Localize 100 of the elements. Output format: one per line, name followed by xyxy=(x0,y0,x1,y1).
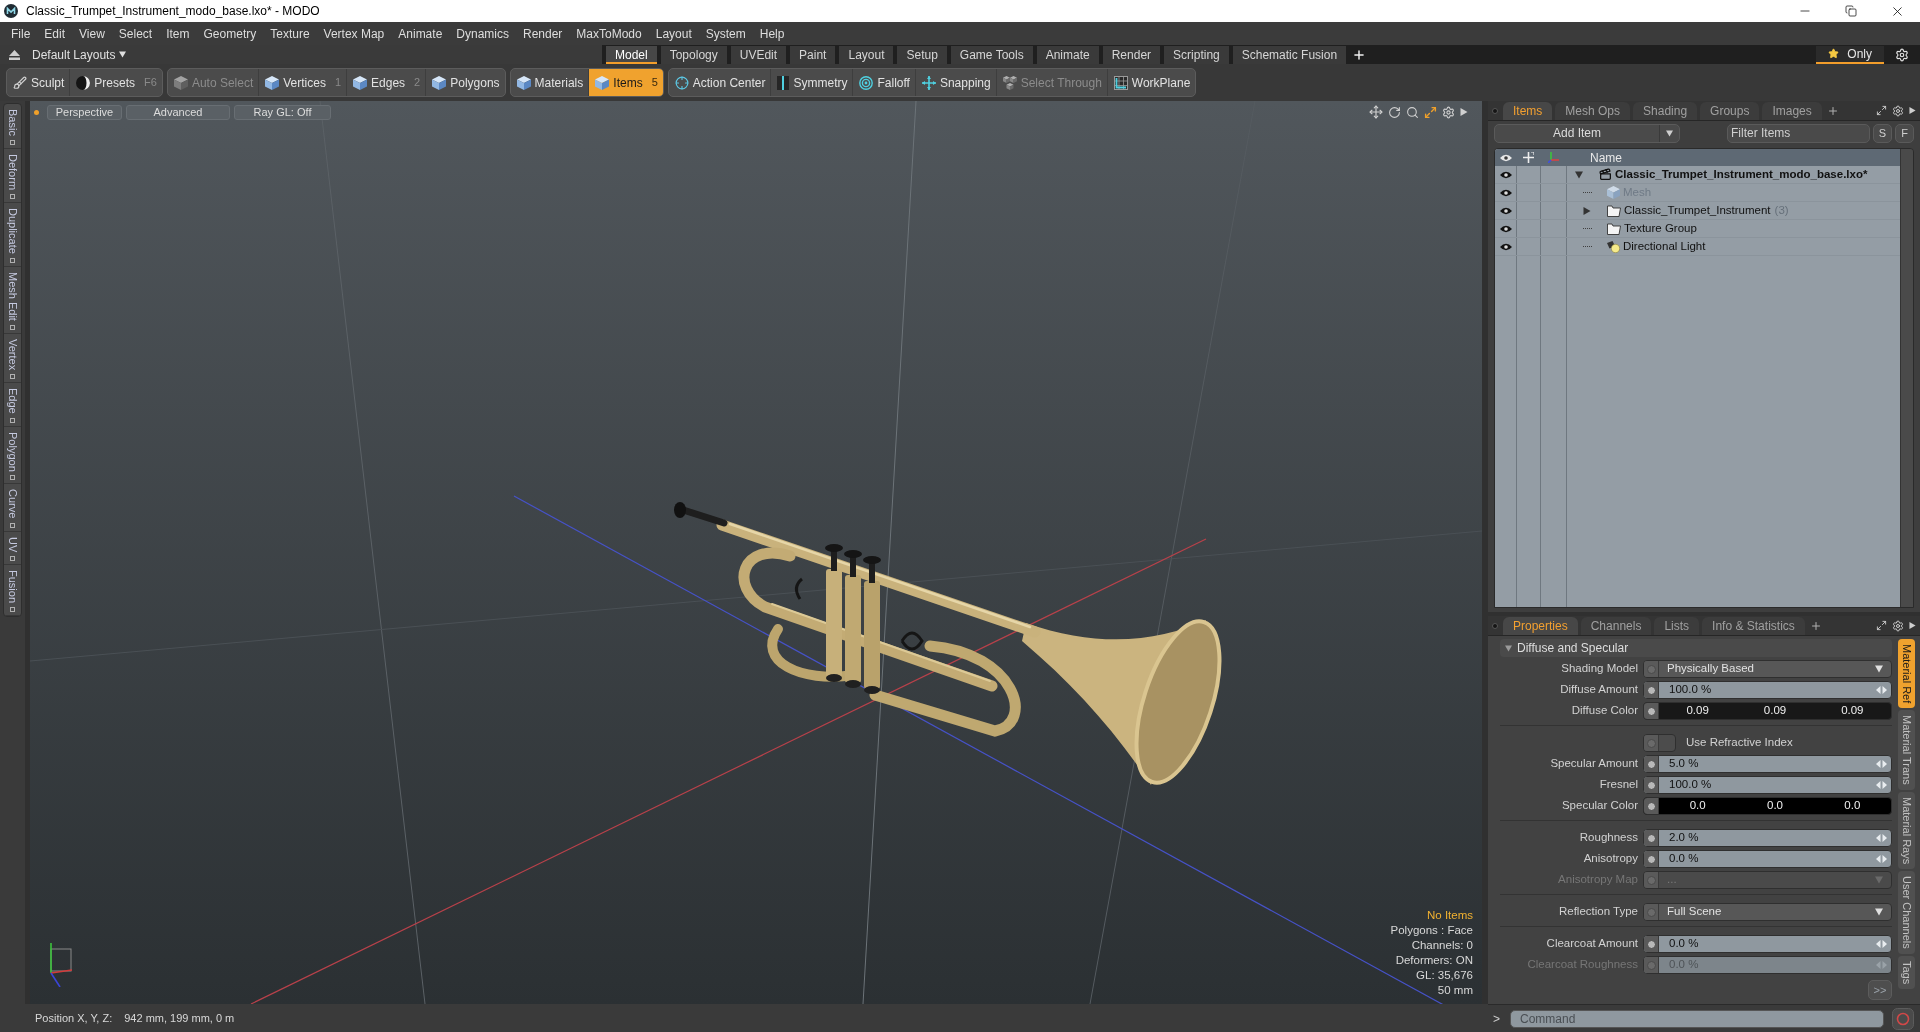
eye-icon[interactable] xyxy=(1499,153,1512,162)
panel-tab[interactable]: Lists xyxy=(1654,617,1700,635)
rotate-icon[interactable] xyxy=(1388,105,1401,119)
add-tab-icon[interactable] xyxy=(1826,105,1839,117)
side-tab[interactable]: User Channels xyxy=(1898,871,1915,954)
item-name[interactable]: Texture Group xyxy=(1624,219,1697,238)
side-tab[interactable]: Material Trans xyxy=(1898,710,1915,790)
number-field[interactable]: 2.0 % xyxy=(1643,829,1892,847)
layout-tab[interactable]: Animate xyxy=(1036,46,1099,64)
item-name[interactable]: Directional Light xyxy=(1623,237,1706,256)
tool-tab[interactable]: Duplicate xyxy=(4,202,21,267)
layout-tab[interactable]: Topology xyxy=(660,46,727,64)
section-header[interactable]: Diffuse and Specular xyxy=(1500,639,1892,657)
menu-item[interactable]: MaxToModo xyxy=(569,24,649,43)
checkbox[interactable] xyxy=(1643,734,1676,752)
scrollbar[interactable] xyxy=(1900,149,1913,607)
filter-field[interactable]: Filter Items xyxy=(1727,123,1870,143)
tool-tab[interactable]: Fusion xyxy=(4,565,21,617)
drag-arrows-icon[interactable] xyxy=(1876,855,1887,863)
viewport-button[interactable]: Ray GL: Off xyxy=(234,104,331,120)
tool-button[interactable]: Edges 2 xyxy=(346,69,426,96)
only-button[interactable]: Only xyxy=(1816,45,1884,64)
layout-tab[interactable]: Schematic Fusion xyxy=(1232,46,1347,64)
layouts-dropdown[interactable]: Default Layouts xyxy=(32,45,127,64)
number-field[interactable]: 5.0 % xyxy=(1643,755,1892,773)
caret-icon[interactable] xyxy=(1575,170,1583,179)
caret-icon[interactable] xyxy=(1583,206,1591,215)
panel-tab[interactable]: Shading xyxy=(1633,102,1698,120)
menu-item[interactable]: Help xyxy=(752,24,792,43)
number-field[interactable]: 100.0 % xyxy=(1643,776,1892,794)
number-field[interactable]: 100.0 % xyxy=(1643,681,1892,699)
eject-icon[interactable] xyxy=(9,49,20,60)
expand-icon[interactable] xyxy=(1876,620,1887,631)
menu-item[interactable]: Select xyxy=(111,24,160,43)
tool-button[interactable]: WorkPlane xyxy=(1106,69,1196,96)
layout-tab[interactable]: Setup xyxy=(897,46,947,64)
zoom-icon[interactable] xyxy=(1406,105,1419,119)
color-field[interactable]: 0.09 0.09 0.09 xyxy=(1643,702,1892,720)
caret-icon[interactable] xyxy=(1909,107,1916,114)
tool-button[interactable]: Vertices 1 xyxy=(258,69,347,96)
viewport-button[interactable]: Advanced xyxy=(126,104,230,120)
caret-icon[interactable] xyxy=(1909,622,1916,629)
tool-button[interactable]: Sculpt xyxy=(7,69,70,96)
layout-tab[interactable]: UVEdit xyxy=(730,46,787,64)
caret-icon[interactable] xyxy=(1460,108,1468,116)
eye-icon[interactable] xyxy=(1499,206,1512,215)
side-tab[interactable]: Material Ref xyxy=(1898,639,1915,709)
panel-tab[interactable]: Info & Statistics xyxy=(1702,617,1805,635)
menu-item[interactable]: Item xyxy=(159,24,197,43)
tool-button[interactable]: Snapping xyxy=(914,69,996,96)
layout-tab[interactable]: Render xyxy=(1102,46,1161,64)
menu-item[interactable]: Render xyxy=(516,24,570,43)
menu-item[interactable]: Layout xyxy=(648,24,699,43)
tool-tab[interactable]: Vertex xyxy=(4,333,21,383)
record-icon[interactable] xyxy=(1892,1007,1914,1030)
layout-tab[interactable]: Model xyxy=(606,46,657,64)
menu-item[interactable]: View xyxy=(72,24,112,43)
panel-tab[interactable]: Channels xyxy=(1580,617,1652,635)
move-icon[interactable] xyxy=(1369,105,1383,119)
tool-button[interactable]: Symmetry xyxy=(770,69,853,96)
expand-icon[interactable] xyxy=(1876,105,1887,116)
filter-toggle-button[interactable]: S xyxy=(1873,123,1892,143)
settings-icon[interactable] xyxy=(1892,619,1904,632)
tool-button[interactable]: Items 5 xyxy=(588,69,663,96)
dropdown[interactable]: Full Scene xyxy=(1643,903,1892,921)
layout-tab[interactable]: Game Tools xyxy=(950,46,1033,64)
item-name[interactable]: Classic_Trumpet_Instrument_modo_base.lxo* xyxy=(1615,165,1868,184)
tool-tab[interactable]: Curve xyxy=(4,484,21,532)
panel-tab[interactable]: Items xyxy=(1503,102,1553,120)
settings-icon[interactable] xyxy=(1892,104,1904,117)
side-tab[interactable]: Material Rays xyxy=(1898,792,1915,870)
menu-item[interactable]: File xyxy=(4,24,38,43)
tool-tab[interactable]: Polygon xyxy=(4,426,21,485)
menu-item[interactable]: Texture xyxy=(263,24,317,43)
drag-arrows-icon[interactable] xyxy=(1876,781,1887,789)
tool-button[interactable]: Presets F6 xyxy=(69,69,162,96)
menu-item[interactable]: Geometry xyxy=(196,24,264,43)
tool-tab[interactable]: Deform xyxy=(4,148,21,203)
eye-icon[interactable] xyxy=(1499,242,1512,251)
menu-item[interactable]: Vertex Map xyxy=(316,24,392,43)
add-item-dropdown[interactable]: Add Item xyxy=(1494,123,1680,143)
menu-item[interactable]: Edit xyxy=(37,24,73,43)
color-field[interactable]: 0.0 0.0 0.0 xyxy=(1643,797,1892,815)
drag-arrows-icon[interactable] xyxy=(1876,834,1887,842)
column-header[interactable]: Name xyxy=(1590,149,1622,167)
eye-icon[interactable] xyxy=(1499,224,1512,233)
settings-icon[interactable] xyxy=(1895,47,1909,62)
tool-button[interactable]: Falloff xyxy=(852,69,915,96)
tool-tab[interactable]: Basic xyxy=(4,104,21,149)
add-tab-icon[interactable] xyxy=(1352,47,1367,62)
panel-tab[interactable]: Mesh Ops xyxy=(1555,102,1631,120)
layout-tab[interactable]: Scripting xyxy=(1164,46,1229,64)
tool-tab[interactable]: Mesh Edit xyxy=(4,266,21,334)
viewport-button[interactable]: Perspective xyxy=(47,104,122,120)
tool-tab[interactable]: Edge xyxy=(4,382,21,427)
fit-view-icon[interactable] xyxy=(1424,105,1437,119)
number-field[interactable]: 0.0 % xyxy=(1643,850,1892,868)
panel-tab[interactable]: Groups xyxy=(1700,102,1760,120)
drag-arrows-icon[interactable] xyxy=(1876,686,1887,694)
tool-tab[interactable]: UV xyxy=(4,531,21,566)
